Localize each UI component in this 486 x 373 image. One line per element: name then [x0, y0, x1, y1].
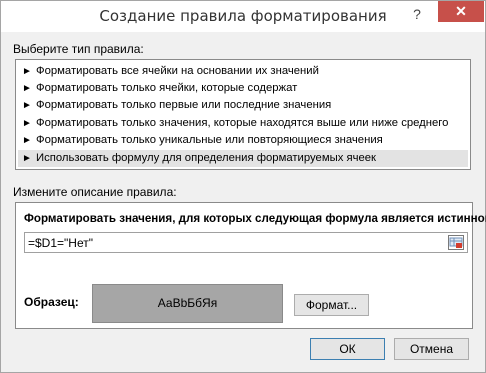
close-button[interactable]: ✕ [438, 1, 484, 22]
arrow-right-icon: ► [22, 118, 32, 129]
preview-text: АаВbБбЯя [157, 296, 218, 310]
formula-label: Форматировать значения, для которых след… [24, 212, 486, 225]
format-button[interactable]: Формат... [294, 294, 369, 316]
arrow-right-icon: ► [22, 66, 32, 77]
rule-item-use-formula[interactable]: ► Использовать формулу для определения фо… [18, 150, 468, 167]
ok-button[interactable]: ОК [310, 338, 385, 360]
title-bar: Создание правила форматирования ? ✕ [1, 1, 485, 32]
rule-item-label: Форматировать только ячейки, которые сод… [36, 82, 298, 94]
sample-label: Образец: [24, 295, 79, 309]
dialog-window: Создание правила форматирования ? ✕ Выбе… [0, 0, 486, 373]
description-panel: Форматировать значения, для которых след… [15, 202, 486, 329]
rule-item-label: Форматировать только первые или последни… [36, 99, 332, 111]
arrow-right-icon: ► [22, 100, 32, 111]
description-label: Измените описание правила: [13, 185, 177, 199]
arrow-right-icon: ► [22, 135, 32, 146]
rule-item-label: Форматировать только значения, которые н… [36, 117, 449, 129]
rule-item-unique-duplicate[interactable]: ► Форматировать только уникальные или пов… [18, 132, 468, 149]
range-select-icon[interactable] [448, 235, 464, 250]
rule-item-label: Форматировать все ячейки на основании их… [36, 65, 319, 77]
arrow-right-icon: ► [22, 83, 32, 94]
close-icon: ✕ [455, 3, 467, 19]
format-preview: АаВbБбЯя [92, 284, 283, 323]
rule-type-list[interactable]: ► Форматировать все ячейки на основании и… [15, 59, 471, 170]
formula-input[interactable]: =$D1="Нет" [24, 232, 468, 253]
cancel-button[interactable]: Отмена [394, 338, 469, 360]
rule-item-top-bottom[interactable]: ► Форматировать только первые или последн… [18, 97, 468, 114]
rule-item-label: Форматировать только уникальные или повт… [36, 134, 383, 146]
arrow-right-icon: ► [22, 153, 32, 164]
formula-value: =$D1="Нет" [28, 236, 93, 250]
rule-item-cells-contain[interactable]: ► Форматировать только ячейки, которые со… [18, 80, 468, 97]
rule-item-above-below-average[interactable]: ► Форматировать только значения, которые … [18, 115, 468, 132]
rule-type-label: Выберите тип правила: [13, 42, 144, 56]
rule-item-all-cells[interactable]: ► Форматировать все ячейки на основании и… [18, 63, 468, 80]
rule-item-label: Использовать формулу для определения фор… [36, 152, 376, 164]
help-button[interactable]: ? [409, 6, 425, 24]
